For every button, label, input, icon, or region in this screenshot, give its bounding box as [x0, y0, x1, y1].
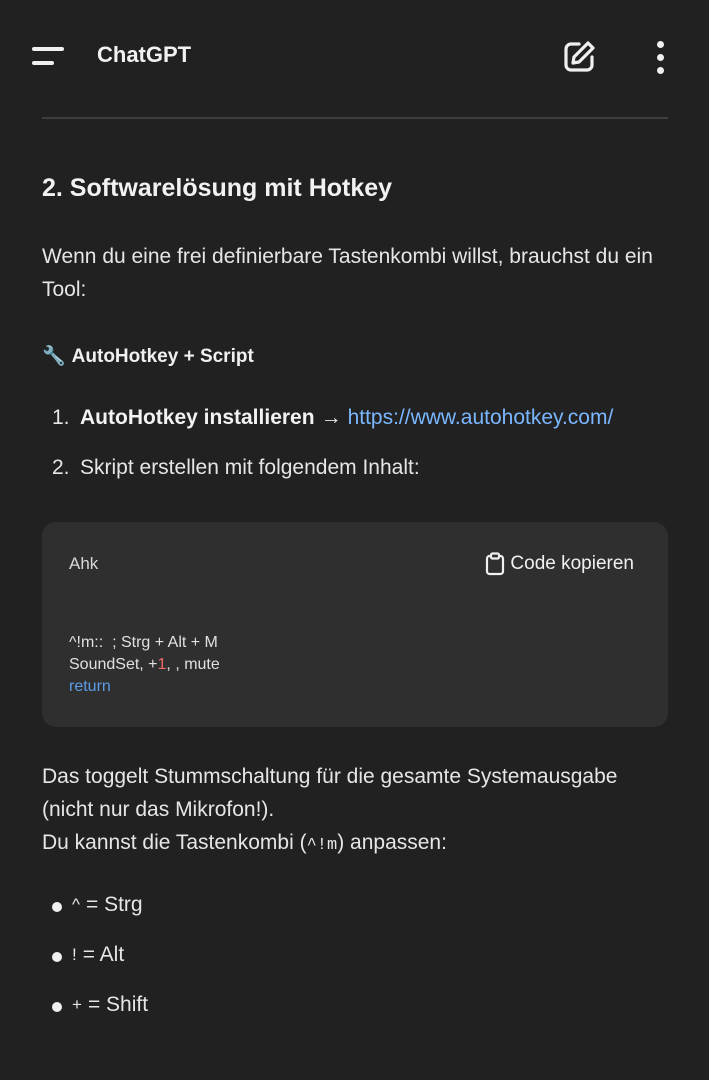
list-item: 2. Skript erstellen mit folgendem Inhalt…	[52, 456, 692, 506]
code-line-3: return	[69, 678, 111, 695]
step-number: 2.	[52, 456, 70, 479]
menu-icon	[32, 47, 64, 51]
bullet-icon	[52, 902, 62, 912]
list-item: ^ = Strg	[52, 893, 148, 943]
step-bold-text: AutoHotkey installieren	[80, 406, 315, 429]
more-options-button[interactable]	[648, 38, 674, 76]
explanation-text: Du kannst die Tastenkombi (	[42, 831, 307, 854]
app-title: ChatGPT	[97, 42, 192, 67]
divider	[42, 117, 668, 119]
top-bar: ChatGPT	[0, 0, 709, 112]
new-chat-button[interactable]	[560, 38, 598, 76]
code-line-1: ^!m:: ; Strg + Alt + M	[69, 634, 218, 651]
explanation-paragraph: Das toggelt Stummschaltung für die gesam…	[42, 760, 672, 862]
edit-icon	[564, 41, 595, 72]
list-item: + = Shift	[52, 993, 148, 1043]
arrow-icon: →	[320, 406, 342, 429]
more-icon	[657, 41, 664, 48]
clipboard-icon	[486, 552, 505, 576]
code-content: ^!m:: ; Strg + Alt + M SoundSet, +1, , m…	[69, 632, 220, 698]
tool-line-text: AutoHotkey + Script	[71, 346, 254, 367]
wrench-icon: 🔧	[42, 346, 66, 367]
autohotkey-link[interactable]: https://www.autohotkey.com/	[348, 406, 614, 430]
step-text: Skript erstellen mit folgendem Inhalt:	[80, 456, 420, 479]
code-line-2: SoundSet, +1, , mute	[69, 656, 220, 673]
code-language: Ahk	[69, 554, 99, 573]
copy-code-button[interactable]: Code kopieren	[484, 552, 634, 576]
steps-list: 1. AutoHotkey installieren → https://www…	[52, 406, 692, 506]
tool-line: 🔧 AutoHotkey + Script	[42, 344, 254, 368]
bullet-icon	[52, 1002, 62, 1012]
menu-icon-line	[32, 61, 54, 65]
bullet-icon	[52, 952, 62, 962]
modifier-text: = Strg	[85, 893, 143, 916]
more-icon-dot	[657, 54, 664, 61]
list-item: ! = Alt	[52, 943, 148, 993]
code-text: , , mute	[166, 656, 220, 673]
menu-button[interactable]	[30, 40, 68, 72]
modifier-symbol: !	[72, 945, 77, 964]
list-item: 1. AutoHotkey installieren → https://www…	[52, 406, 692, 456]
modifier-symbol: +	[72, 995, 82, 1014]
code-block: Ahk Code kopieren ^!m:: ; Strg + Alt + M…	[42, 522, 668, 727]
explanation-line: Das toggelt Stummschaltung für die gesam…	[42, 765, 618, 821]
inline-code: ^!m	[306, 836, 338, 855]
explanation-line: Du kannst die Tastenkombi (^!m) anpassen…	[42, 826, 672, 862]
section-heading: 2. Softwarelösung mit Hotkey	[42, 174, 393, 202]
step-number: 1.	[52, 406, 70, 429]
copy-code-label: Code kopieren	[510, 553, 634, 574]
modifier-text: = Shift	[87, 993, 149, 1016]
explanation-text: ) anpassen:	[337, 831, 447, 854]
modifier-list: ^ = Strg ! = Alt + = Shift	[52, 893, 148, 1043]
modifier-text: = Alt	[82, 943, 125, 966]
intro-paragraph: Wenn du eine frei definierbare Tastenkom…	[42, 245, 653, 301]
modifier-symbol: ^	[72, 895, 80, 914]
more-icon-dot	[657, 67, 664, 74]
code-text: SoundSet, +	[69, 656, 158, 673]
